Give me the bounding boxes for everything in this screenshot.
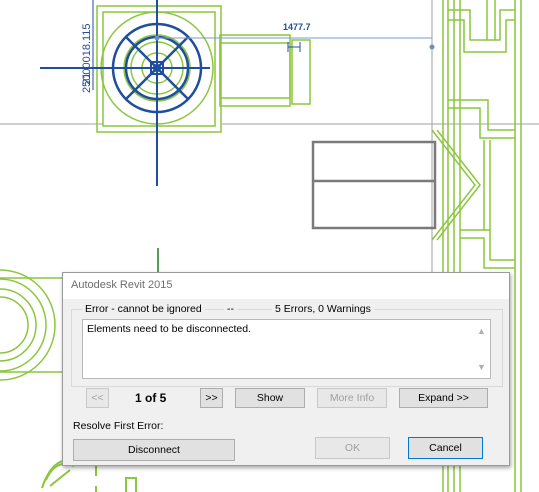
ok-button[interactable]: OK bbox=[315, 437, 390, 459]
scroll-up-icon[interactable]: ▲ bbox=[477, 326, 486, 336]
error-dialog[interactable]: Autodesk Revit 2015 Error - cannot be ig… bbox=[62, 272, 510, 466]
error-counter: 1 of 5 bbox=[135, 391, 167, 405]
dimension-overlap-label: 21 bbox=[81, 73, 93, 85]
disconnect-button[interactable]: Disconnect bbox=[73, 439, 235, 461]
pipe-fitting-left[interactable] bbox=[0, 269, 62, 381]
previous-error-button[interactable]: << bbox=[86, 388, 109, 408]
dimension-horizontal-label[interactable]: 1477.7 bbox=[283, 22, 311, 32]
error-count-label: 5 Errors, 0 Warnings bbox=[272, 303, 374, 315]
separator-label: -- bbox=[224, 303, 237, 315]
error-message-box[interactable]: Elements need to be disconnected. ▲ ▼ bbox=[82, 319, 491, 379]
next-error-button[interactable]: >> bbox=[200, 388, 223, 408]
scroll-down-icon[interactable]: ▼ bbox=[477, 362, 486, 372]
more-info-button[interactable]: More Info bbox=[317, 388, 387, 408]
error-message: Elements need to be disconnected. bbox=[87, 323, 252, 335]
resolve-first-error-label: Resolve First Error: bbox=[73, 420, 164, 432]
error-severity-label: Error - cannot be ignored bbox=[82, 303, 205, 315]
cancel-button[interactable]: Cancel bbox=[408, 437, 483, 459]
dialog-title: Autodesk Revit 2015 bbox=[71, 279, 173, 291]
gray-box-element[interactable] bbox=[311, 140, 437, 230]
dialog-titlebar[interactable]: Autodesk Revit 2015 bbox=[63, 273, 509, 299]
expand-button[interactable]: Expand >> bbox=[399, 388, 488, 408]
selection-crosshair bbox=[40, 0, 210, 186]
show-button[interactable]: Show bbox=[235, 388, 305, 408]
message-scrollbar[interactable]: ▲ ▼ bbox=[474, 320, 490, 378]
